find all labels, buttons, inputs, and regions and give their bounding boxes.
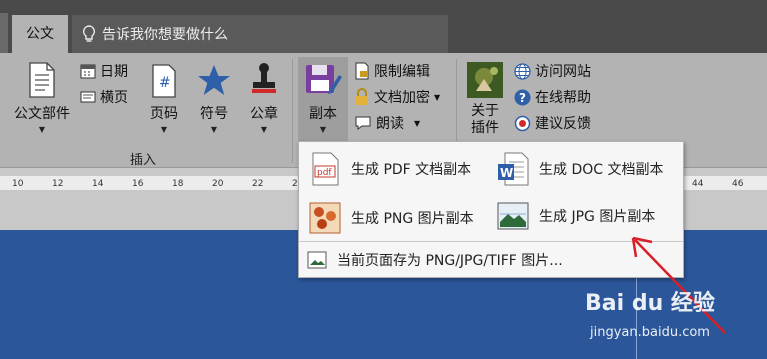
chevron-down-icon: ▼: [434, 92, 441, 102]
menu-gen-png-label: 生成 PNG 图片副本: [351, 211, 474, 227]
landscape-button[interactable]: 横页: [80, 87, 128, 107]
ruler-tick-label: 10: [12, 179, 24, 189]
star-icon: [198, 65, 230, 95]
copy-button[interactable]: 副本 ▼: [300, 59, 346, 134]
svg-text:#: #: [159, 75, 171, 91]
chevron-down-icon: ▼: [210, 125, 218, 134]
menu-gen-doc-label: 生成 DOC 文档副本: [539, 162, 664, 178]
stamp-icon: [252, 63, 276, 93]
jpg-image-icon: [497, 202, 529, 230]
about-plugin-label-2: 插件: [471, 120, 499, 136]
menu-item-gen-pdf[interactable]: pdf 生成 PDF 文档副本: [309, 152, 471, 186]
chevron-down-icon: ▼: [414, 118, 421, 128]
png-image-icon: [309, 202, 341, 234]
word-file-icon: W: [498, 152, 529, 186]
tell-me-text: 告诉我你想要做什么: [102, 27, 228, 43]
image-save-icon: [307, 251, 327, 269]
help-icon: ?: [514, 89, 531, 105]
plugin-logo-icon: [467, 62, 503, 98]
restrict-edit-label: 限制编辑: [374, 64, 430, 80]
baidu-watermark: Bai du 经验: [585, 291, 715, 316]
baidu-watermark-url: jingyan.baidu.com: [590, 325, 710, 340]
svg-text:?: ?: [519, 91, 526, 105]
group-label-insert: 插入: [130, 153, 157, 168]
page-number-button[interactable]: # 页码 ▼: [142, 59, 186, 134]
doc-encrypt-button[interactable]: 文档加密 ▼: [354, 87, 440, 107]
chevron-down-icon: ▼: [160, 125, 168, 134]
gongwen-parts-button[interactable]: 公文部件 ▼: [10, 59, 74, 134]
document-lock-icon: [355, 62, 369, 80]
chevron-down-icon: ▼: [260, 125, 268, 134]
globe-icon: [514, 62, 531, 80]
tell-me-search[interactable]: 告诉我你想要做什么: [72, 15, 448, 53]
floppy-pen-icon: [306, 65, 342, 94]
document-page-icon: [29, 62, 55, 98]
menu-item-save-page[interactable]: 当前页面存为 PNG/JPG/TIFF 图片...: [307, 250, 563, 270]
calendar-icon: [80, 64, 96, 79]
ruler-tick-label: 44: [692, 179, 704, 189]
ruler-tick-label: 12: [52, 179, 64, 189]
speech-bubble-icon: [355, 116, 371, 130]
read-aloud-button[interactable]: 朗读 ▼: [354, 113, 420, 133]
symbol-label: 符号: [200, 106, 228, 122]
copy-label: 副本: [309, 106, 337, 122]
tab-edge: [0, 13, 8, 53]
feedback-button[interactable]: 建议反馈: [514, 113, 591, 133]
about-plugin-button[interactable]: 关于 插件: [462, 59, 508, 137]
symbol-button[interactable]: 符号 ▼: [192, 59, 236, 134]
svg-text:pdf: pdf: [317, 168, 332, 178]
pdf-file-icon: pdf: [312, 152, 339, 186]
date-label: 日期: [100, 64, 128, 80]
ruler-tick-label: 22: [252, 179, 264, 189]
gongwen-parts-label: 公文部件: [14, 106, 70, 122]
doc-encrypt-label: 文档加密: [374, 90, 430, 106]
page-number-icon: #: [152, 64, 176, 98]
ruler-tick-label: 18: [172, 179, 184, 189]
online-help-button[interactable]: ? 在线帮助: [514, 87, 591, 107]
title-bar: 公文 告诉我你想要做什么: [0, 0, 767, 53]
ruler-tick-label: 16: [132, 179, 144, 189]
menu-gen-pdf-label: 生成 PDF 文档副本: [351, 162, 472, 178]
landscape-page-icon: [80, 91, 96, 103]
read-aloud-label: 朗读: [376, 116, 404, 132]
lightbulb-icon: [82, 25, 96, 42]
date-button[interactable]: 日期: [80, 61, 128, 81]
ruler-tick-label: 46: [732, 179, 744, 189]
about-plugin-label-1: 关于: [471, 103, 499, 119]
chevron-down-icon: ▼: [319, 125, 327, 134]
svg-text:W: W: [500, 166, 513, 180]
menu-item-gen-doc[interactable]: W 生成 DOC 文档副本: [497, 152, 663, 186]
chevron-down-icon: ▼: [38, 125, 46, 134]
feedback-label: 建议反馈: [535, 116, 591, 132]
online-help-label: 在线帮助: [535, 90, 591, 106]
feedback-icon: [514, 115, 531, 131]
page-number-label: 页码: [150, 106, 178, 122]
visit-site-label: 访问网站: [535, 64, 591, 80]
visit-site-button[interactable]: 访问网站: [514, 61, 591, 81]
padlock-icon: [356, 88, 368, 105]
tab-gongwen[interactable]: 公文: [12, 15, 68, 53]
landscape-label: 横页: [100, 90, 128, 106]
ruler-tick-label: 20: [212, 179, 224, 189]
restrict-edit-button[interactable]: 限制编辑: [354, 61, 430, 81]
ruler-tick-label: 14: [92, 179, 104, 189]
menu-save-page-label: 当前页面存为 PNG/JPG/TIFF 图片...: [337, 253, 563, 269]
menu-item-gen-png[interactable]: 生成 PNG 图片副本: [309, 202, 474, 234]
seal-button[interactable]: 公章 ▼: [242, 59, 286, 134]
seal-label: 公章: [250, 106, 278, 122]
divider: [292, 59, 293, 163]
